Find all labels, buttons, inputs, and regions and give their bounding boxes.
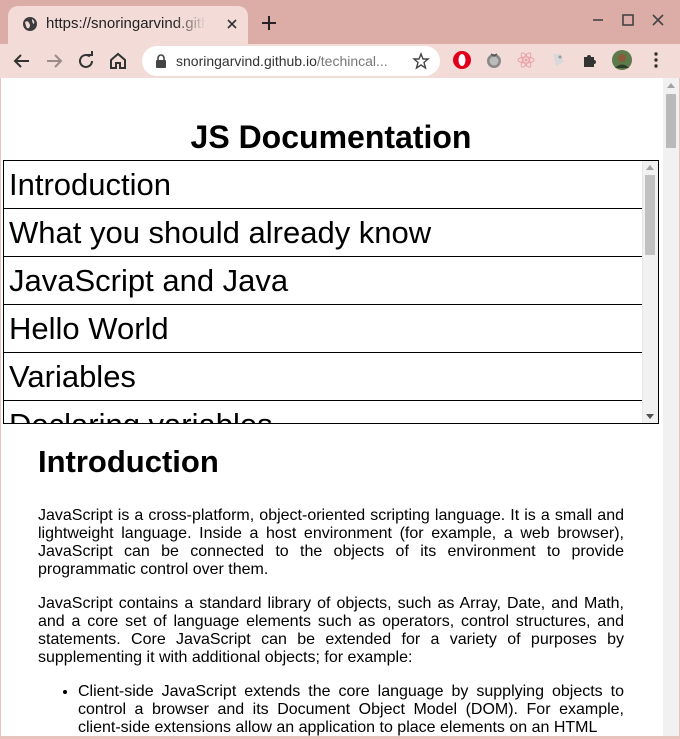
section-list: Client-side JavaScript extends the core … — [38, 683, 624, 736]
react-devtools-extension-icon[interactable] — [516, 50, 536, 70]
tab-strip: https://snoringarvind.github.io/techinca… — [0, 0, 680, 44]
address-bar[interactable]: snoringarvind.github.io/techincal... — [142, 46, 440, 76]
page-scrollbar[interactable] — [663, 78, 679, 736]
section-paragraph: JavaScript contains a standard library o… — [38, 595, 624, 666]
maximize-icon[interactable] — [618, 10, 638, 30]
section-paragraph: JavaScript is a cross-platform, object-o… — [38, 507, 624, 578]
url-text: snoringarvind.github.io/techincal... — [176, 53, 388, 69]
kebab-menu-icon[interactable] — [646, 50, 666, 70]
nav-link-variables[interactable]: Variables — [4, 353, 642, 401]
nav-link-hello-world[interactable]: Hello World — [4, 305, 642, 353]
list-item: Client-side JavaScript extends the core … — [78, 683, 624, 736]
url-host: snoringarvind.github.io — [176, 53, 317, 69]
minimize-icon[interactable] — [588, 10, 608, 30]
lock-icon[interactable] — [154, 53, 168, 69]
nav-link-declaring-variables[interactable]: Declaring variables — [4, 401, 642, 423]
profile-avatar[interactable] — [612, 50, 632, 70]
active-tab[interactable]: https://snoringarvind.github.io/techinca… — [8, 6, 248, 44]
main-section-introduction: Introduction JavaScript is a cross-platf… — [38, 444, 624, 736]
nav-link-javascript-and-java[interactable]: JavaScript and Java — [4, 257, 642, 305]
page-scroll-up-arrow[interactable] — [667, 83, 675, 88]
page-title: JS Documentation — [190, 119, 472, 156]
back-arrow-icon[interactable] — [10, 49, 34, 73]
close-tab-icon[interactable] — [224, 16, 240, 32]
bookmark-star-icon[interactable] — [412, 52, 430, 70]
browser-toolbar: snoringarvind.github.io/techincal... — [0, 44, 680, 78]
nav-scroll-down-arrow[interactable] — [646, 414, 654, 419]
nav-list: Introduction What you should already kno… — [4, 161, 642, 423]
extension-icon[interactable] — [548, 50, 568, 70]
nav-link-introduction[interactable]: Introduction — [4, 161, 642, 209]
close-window-icon[interactable] — [648, 10, 668, 30]
url-path: /techincal... — [316, 53, 388, 69]
section-heading: Introduction — [38, 444, 219, 479]
nav-scroll-thumb[interactable] — [645, 175, 655, 255]
new-tab-icon[interactable] — [258, 12, 280, 34]
globe-icon — [23, 17, 37, 31]
opera-extension-icon[interactable] — [452, 50, 472, 70]
reload-icon[interactable] — [74, 49, 98, 73]
nav-scrollbar[interactable] — [642, 161, 658, 423]
forward-arrow-icon[interactable] — [42, 49, 66, 73]
tomato-timer-extension-icon[interactable] — [484, 50, 504, 70]
nav-scroll-up-arrow[interactable] — [646, 165, 654, 170]
nav-link-what-you-should-already-know[interactable]: What you should already know — [4, 209, 642, 257]
extensions-puzzle-icon[interactable] — [580, 50, 600, 70]
home-icon[interactable] — [106, 49, 130, 73]
page-scroll-thumb[interactable] — [666, 94, 676, 148]
navbar: Introduction What you should already kno… — [3, 160, 659, 424]
page-viewport: JS Documentation Introduction What you s… — [1, 78, 679, 736]
tab-title: https://snoringarvind.github.io/techinca… — [46, 15, 206, 32]
